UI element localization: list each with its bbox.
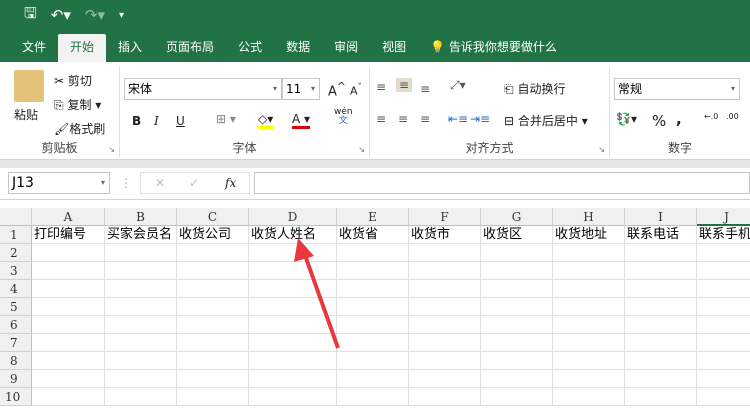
- annotation-arrow: [294, 238, 340, 349]
- arrow-head: [294, 238, 314, 262]
- arrow-shaft: [304, 257, 340, 349]
